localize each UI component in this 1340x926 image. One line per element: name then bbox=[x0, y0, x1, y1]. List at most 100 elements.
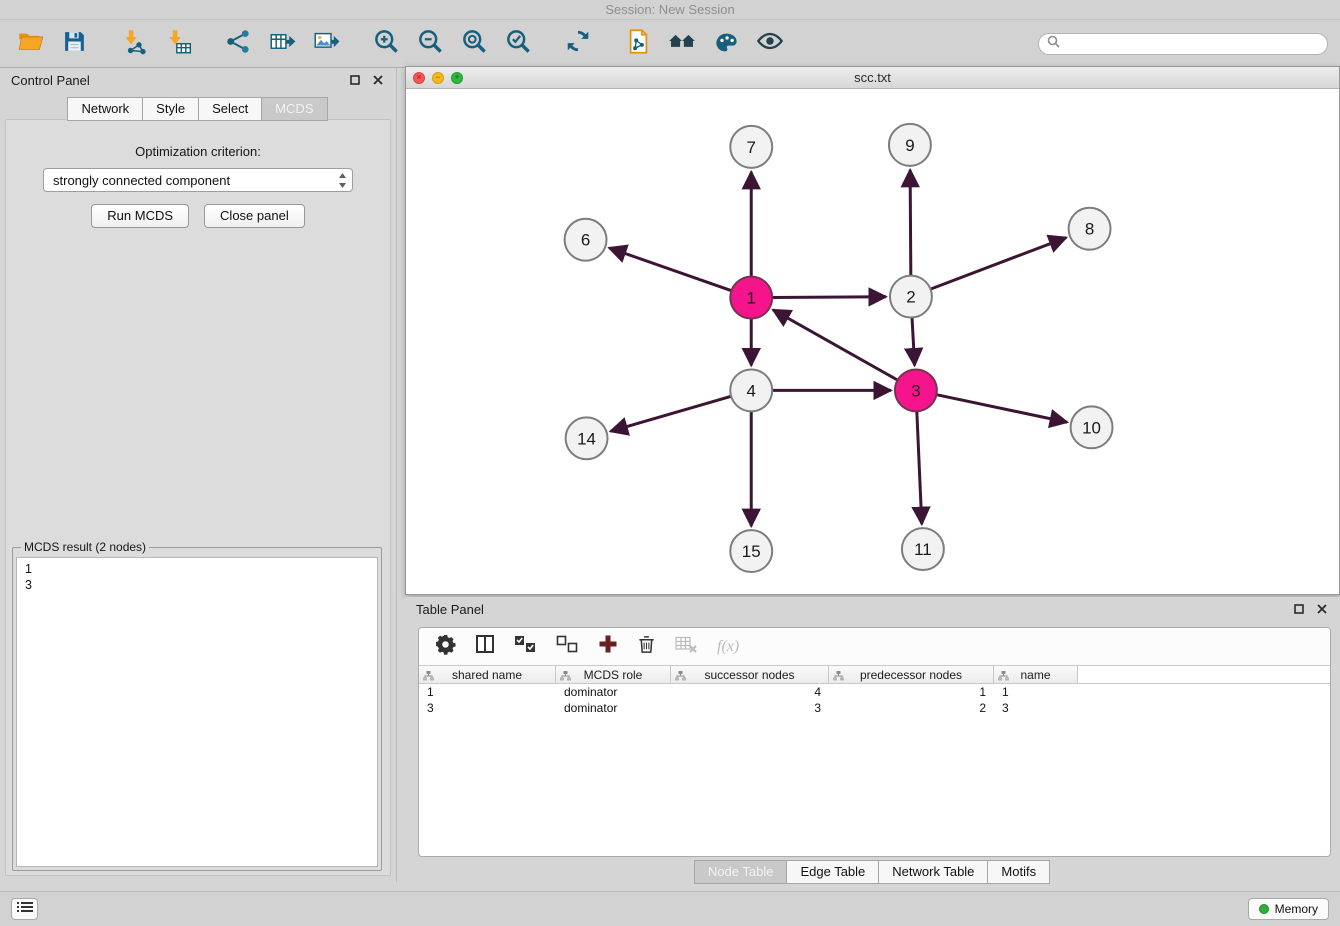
window-minimize-button[interactable]: − bbox=[432, 72, 444, 84]
table-tab-motifs[interactable]: Motifs bbox=[987, 860, 1050, 884]
show-hide-button[interactable] bbox=[752, 26, 788, 62]
table-tab-edge-table[interactable]: Edge Table bbox=[786, 860, 879, 884]
table-row[interactable]: 1dominator411 bbox=[419, 684, 1330, 700]
status-menu-button[interactable] bbox=[11, 898, 38, 920]
export-network-button[interactable] bbox=[264, 26, 300, 62]
snapshot-icon bbox=[625, 28, 652, 60]
open-folder-icon bbox=[17, 28, 44, 60]
control-panel-tabs: NetworkStyleSelectMCDS bbox=[0, 97, 396, 121]
graph-edge-1-2[interactable] bbox=[772, 297, 886, 298]
search-box[interactable] bbox=[1038, 33, 1328, 55]
mcds-result-title: MCDS result (2 nodes) bbox=[21, 540, 149, 554]
control-panel-close-button[interactable] bbox=[371, 73, 385, 87]
zoom-in-button[interactable] bbox=[368, 26, 404, 62]
import-table-button[interactable] bbox=[160, 26, 196, 62]
column-header-successor-nodes[interactable]: successor nodes bbox=[671, 666, 829, 683]
save-button[interactable] bbox=[56, 26, 92, 62]
gear-button[interactable] bbox=[435, 634, 456, 660]
table-panel-close-button[interactable] bbox=[1315, 602, 1329, 616]
deselect-checkbox-button[interactable] bbox=[556, 635, 579, 659]
column-header-name[interactable]: name bbox=[994, 666, 1078, 683]
window-zoom-button[interactable]: + bbox=[451, 72, 463, 84]
column-type-icon bbox=[560, 670, 571, 684]
graph-node-1[interactable]: 1 bbox=[730, 277, 772, 319]
graph-edge-4-14[interactable] bbox=[611, 396, 732, 431]
network-canvas[interactable]: 7 9 6 8 1 2 4 3 14 10 15 11 bbox=[406, 89, 1339, 594]
show-hide-icon bbox=[756, 27, 784, 60]
graph-node-2[interactable]: 2 bbox=[890, 276, 932, 318]
graph-node-11[interactable]: 11 bbox=[902, 528, 944, 570]
delete-column-button[interactable] bbox=[637, 634, 656, 659]
add-column-button[interactable] bbox=[598, 634, 618, 659]
split-columns-button[interactable] bbox=[475, 634, 495, 659]
graph-node-9[interactable]: 9 bbox=[889, 124, 931, 166]
tab-network[interactable]: Network bbox=[67, 97, 143, 121]
mcds-result-list[interactable]: 13 bbox=[16, 557, 378, 867]
zoom-fit-icon bbox=[461, 28, 488, 60]
tab-mcds[interactable]: MCDS bbox=[261, 97, 327, 121]
graph-edge-2-3[interactable] bbox=[912, 318, 915, 366]
table-panel-tabs: Node TableEdge TableNetwork TableMotifs bbox=[405, 860, 1340, 884]
graph-node-6[interactable]: 6 bbox=[565, 219, 607, 261]
snapshot-button[interactable] bbox=[620, 26, 656, 62]
table-cell-shared-name: 3 bbox=[419, 701, 556, 715]
graph-edge-3-11[interactable] bbox=[917, 411, 922, 524]
memory-button[interactable]: Memory bbox=[1248, 898, 1329, 920]
mcds-result-line: 1 bbox=[25, 561, 369, 577]
select-all-checkbox-button[interactable] bbox=[514, 635, 537, 659]
graph-node-7[interactable]: 7 bbox=[730, 126, 772, 168]
import-network-button[interactable] bbox=[116, 26, 152, 62]
share-network-button[interactable] bbox=[220, 26, 256, 62]
zoom-out-button[interactable] bbox=[412, 26, 448, 62]
graph-node-3[interactable]: 3 bbox=[895, 369, 937, 411]
table-body: 1dominator4113dominator323 bbox=[419, 684, 1330, 716]
search-input[interactable] bbox=[1065, 37, 1319, 51]
graph-edge-2-8[interactable] bbox=[930, 238, 1066, 289]
graph-edge-2-9[interactable] bbox=[910, 170, 911, 276]
table-cell-predecessor-nodes: 1 bbox=[829, 685, 994, 699]
deselect-checkbox-icon bbox=[556, 635, 579, 659]
column-header-mcds-role[interactable]: MCDS role bbox=[556, 666, 671, 683]
table-panel-float-button[interactable] bbox=[1292, 602, 1306, 616]
column-header-predecessor-nodes[interactable]: predecessor nodes bbox=[829, 666, 994, 683]
graph-edge-1-6[interactable] bbox=[609, 248, 731, 291]
table-tab-network-table[interactable]: Network Table bbox=[878, 860, 988, 884]
zoom-selected-button[interactable] bbox=[500, 26, 536, 62]
share-network-icon bbox=[225, 28, 252, 60]
graph-edge-3-1[interactable] bbox=[773, 310, 898, 380]
open-folder-button[interactable] bbox=[12, 26, 48, 62]
table-row[interactable]: 3dominator323 bbox=[419, 700, 1330, 716]
network-window-title-bar[interactable]: scc.txt × − + bbox=[406, 67, 1339, 89]
column-header-shared-name[interactable]: shared name bbox=[419, 666, 556, 683]
first-neighbors-button[interactable] bbox=[664, 26, 700, 62]
graph-node-10[interactable]: 10 bbox=[1071, 406, 1113, 448]
tab-select[interactable]: Select bbox=[198, 97, 262, 121]
control-panel-header: Control Panel bbox=[0, 68, 396, 92]
main-toolbar bbox=[0, 20, 1340, 68]
graph-node-8[interactable]: 8 bbox=[1069, 208, 1111, 250]
table-tab-node-table[interactable]: Node Table bbox=[694, 860, 788, 884]
style-brush-button[interactable] bbox=[708, 26, 744, 62]
delete-column-icon bbox=[637, 634, 656, 659]
export-image-button[interactable] bbox=[308, 26, 344, 62]
window-close-button[interactable]: × bbox=[413, 72, 425, 84]
refresh-layout-button[interactable] bbox=[560, 26, 596, 62]
graph-node-label: 4 bbox=[747, 381, 756, 400]
control-panel-float-button[interactable] bbox=[348, 73, 362, 87]
memory-button-label: Memory bbox=[1275, 902, 1318, 916]
optimization-criterion-select[interactable]: strongly connected component bbox=[43, 168, 353, 192]
graph-edge-3-10[interactable] bbox=[936, 395, 1067, 423]
table-toolbar: f(x) bbox=[419, 628, 1330, 665]
graph-node-14[interactable]: 14 bbox=[566, 417, 608, 459]
column-header-label: MCDS role bbox=[584, 668, 643, 682]
run-mcds-button[interactable]: Run MCDS bbox=[91, 204, 189, 228]
graph-node-15[interactable]: 15 bbox=[730, 530, 772, 572]
tab-style[interactable]: Style bbox=[142, 97, 199, 121]
network-view-window: scc.txt × − + 7 9 6 8 1 2 4 3 14 10 15 11 bbox=[405, 66, 1340, 595]
column-type-icon bbox=[423, 670, 434, 684]
graph-node-4[interactable]: 4 bbox=[730, 369, 772, 411]
graph-svg[interactable]: 7 9 6 8 1 2 4 3 14 10 15 11 bbox=[406, 89, 1339, 594]
close-panel-button[interactable]: Close panel bbox=[204, 204, 305, 228]
control-panel-title: Control Panel bbox=[11, 73, 90, 88]
zoom-fit-button[interactable] bbox=[456, 26, 492, 62]
